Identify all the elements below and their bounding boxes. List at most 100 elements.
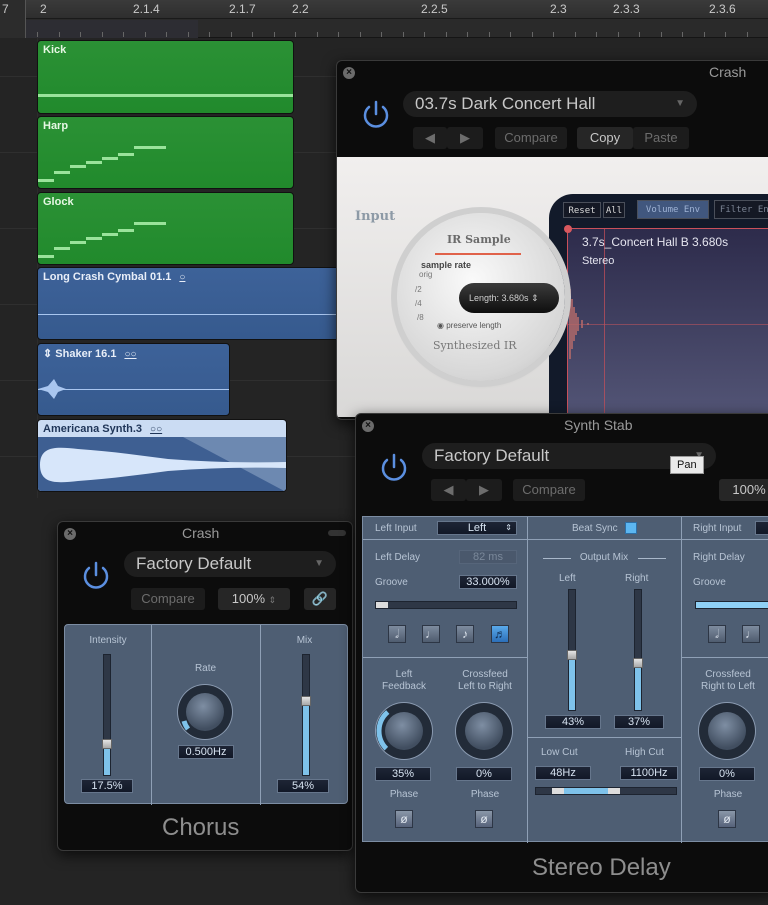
mix-slider-handle[interactable] xyxy=(301,696,311,706)
zoom-dropdown[interactable]: 100% xyxy=(719,479,768,501)
sixteenth-note-button[interactable]: ♬ xyxy=(491,625,509,643)
left-groove-slider[interactable] xyxy=(375,601,517,609)
beat-sync-checkbox[interactable] xyxy=(625,522,637,534)
output-right-slider-handle[interactable] xyxy=(633,658,643,668)
next-preset-button[interactable]: ▶ xyxy=(447,127,483,149)
compare-button[interactable]: Compare xyxy=(513,479,585,501)
paste-button[interactable]: Paste xyxy=(633,127,689,149)
half-note-button[interactable]: 𝅗𝅥 xyxy=(388,625,406,643)
synthesized-ir-button[interactable]: Synthesized IR xyxy=(433,339,516,352)
next-preset-button[interactable]: ▶ xyxy=(466,479,502,501)
region-kick[interactable]: Kick xyxy=(37,40,294,114)
right-phase-button[interactable]: ø xyxy=(718,810,736,828)
crossfeed-left-right-value[interactable]: 0% xyxy=(456,767,512,781)
length-field[interactable]: Length: 3.680s ⇕ xyxy=(459,283,559,313)
power-icon[interactable] xyxy=(377,450,411,484)
sample-rate-option[interactable]: /4 xyxy=(415,299,422,308)
ruler-label: 2.3 xyxy=(550,2,567,16)
link-button[interactable]: 🔗 xyxy=(304,588,336,610)
eighth-note-button[interactable]: ♪ xyxy=(456,625,474,643)
phase-invert-icon: ø xyxy=(480,812,488,826)
stereo-delay-window[interactable]: × Synth Stab Factory Default ▼ Pan ◀ ▶ C… xyxy=(355,413,768,893)
output-left-slider-handle[interactable] xyxy=(567,650,577,660)
region-glock[interactable]: Glock xyxy=(37,192,294,265)
quarter-note-button[interactable]: ♩ xyxy=(422,625,440,643)
region-shaker[interactable]: ⇕ Shaker 16.1 ○○ xyxy=(37,343,230,416)
crossfeed-right-left-knob[interactable] xyxy=(699,703,755,759)
ir-sample-button[interactable]: IR Sample xyxy=(447,233,511,246)
compare-button[interactable]: Compare xyxy=(495,127,567,149)
intensity-slider-handle[interactable] xyxy=(102,739,112,749)
ruler-bar-row[interactable] xyxy=(0,0,768,19)
right-groove-slider[interactable] xyxy=(695,601,768,609)
half-note-button[interactable]: 𝅗𝅥 xyxy=(708,625,726,643)
ir-waveform-display[interactable]: 3.7s_Concert Hall B 3.680s Stereo xyxy=(564,225,768,419)
preset-dropdown[interactable]: 03.7s Dark Concert Hall ▼ xyxy=(403,91,697,117)
ir-sample-indicator xyxy=(435,253,521,255)
cut-range-slider[interactable] xyxy=(535,787,677,795)
intensity-value[interactable]: 17.5% xyxy=(81,779,133,793)
mix-value[interactable]: 54% xyxy=(277,779,329,793)
output-left-slider[interactable] xyxy=(567,589,577,711)
output-right-value[interactable]: 37% xyxy=(614,715,664,729)
power-icon[interactable] xyxy=(79,558,113,592)
rate-knob[interactable] xyxy=(178,685,232,739)
zoom-dropdown[interactable]: 100% ⇕ xyxy=(218,588,290,610)
region-americana-synth[interactable]: Americana Synth.3 ○○ xyxy=(37,419,287,492)
sample-rate-option[interactable]: orig xyxy=(419,270,432,279)
ruler-tick xyxy=(424,32,425,37)
ir-mode-wheel[interactable]: IR Sample sample rate orig /2 /4 /8 Leng… xyxy=(397,213,565,381)
previous-preset-button[interactable]: ◀ xyxy=(431,479,466,501)
crossfeed-right-left-value[interactable]: 0% xyxy=(699,767,755,781)
chorus-window[interactable]: × Crash Factory Default ▼ Compare 100% ⇕… xyxy=(57,521,353,851)
low-cut-handle[interactable] xyxy=(552,788,564,794)
intensity-slider[interactable] xyxy=(102,654,112,776)
output-right-slider[interactable] xyxy=(633,589,643,711)
power-icon[interactable] xyxy=(359,97,393,131)
ruler-tick xyxy=(575,32,576,37)
sample-rate-option[interactable]: /8 xyxy=(417,313,424,322)
filter-env-button[interactable]: Filter Env xyxy=(714,200,768,219)
preset-dropdown[interactable]: Factory Default ▼ xyxy=(124,551,336,577)
left-groove-slider-handle[interactable] xyxy=(376,602,388,608)
quarter-note-button[interactable]: ♩ xyxy=(742,625,760,643)
ruler-tick xyxy=(639,32,640,37)
crossfeed-left-right-knob[interactable] xyxy=(456,703,512,759)
preserve-length-radio[interactable]: ◉ preserve length xyxy=(437,321,501,330)
previous-preset-button[interactable]: ◀ xyxy=(413,127,447,149)
reset-button[interactable]: Reset xyxy=(563,202,601,218)
close-icon[interactable]: × xyxy=(64,528,76,540)
rate-value[interactable]: 0.500Hz xyxy=(178,745,234,759)
low-cut-value[interactable]: 48Hz xyxy=(535,766,591,780)
left-phase-button[interactable]: ø xyxy=(395,810,413,828)
ruler-label: 2 xyxy=(40,2,47,16)
close-icon[interactable]: × xyxy=(343,67,355,79)
left-feedback-knob-cap xyxy=(385,712,423,750)
envelope-node[interactable] xyxy=(564,225,572,233)
region-name: ⇕ Shaker 16.1 ○○ xyxy=(43,347,137,360)
high-cut-handle[interactable] xyxy=(608,788,620,794)
ruler-tick xyxy=(661,32,662,37)
region-long-crash-cymbal[interactable]: Long Crash Cymbal 01.1 ○ xyxy=(37,267,357,340)
left-feedback-value[interactable]: 35% xyxy=(375,767,431,781)
close-icon[interactable]: × xyxy=(362,420,374,432)
output-left-value[interactable]: 43% xyxy=(545,715,601,729)
sample-rate-option[interactable]: /2 xyxy=(415,285,422,294)
crossfeed-left-phase-button[interactable]: ø xyxy=(475,810,493,828)
reset-all-button[interactable]: All xyxy=(603,202,625,218)
space-designer-window[interactable]: × Crash 03.7s Dark Concert Hall ▼ ◀ ▶ Co… xyxy=(336,60,768,420)
left-groove-value[interactable]: 33.000% xyxy=(459,575,517,589)
region-harp[interactable]: Harp xyxy=(37,116,294,189)
compare-button[interactable]: Compare xyxy=(131,588,205,610)
high-cut-value[interactable]: 1100Hz xyxy=(620,766,678,780)
window-resize-pill[interactable] xyxy=(328,530,346,536)
mix-slider[interactable] xyxy=(301,654,311,776)
left-input-select[interactable]: Left ⇕ xyxy=(437,521,517,535)
cycle-area[interactable] xyxy=(26,20,198,38)
copy-button[interactable]: Copy xyxy=(577,127,633,149)
right-input-select[interactable] xyxy=(755,521,768,535)
left-delay-value[interactable]: 82 ms xyxy=(459,550,517,564)
volume-env-button[interactable]: Volume Env xyxy=(637,200,709,219)
timeline-ruler[interactable]: 7 2 2.1.4 2.1.7 2.2 2.2.5 2.3 2.3.3 2.3.… xyxy=(0,0,768,38)
left-feedback-knob[interactable] xyxy=(376,703,432,759)
